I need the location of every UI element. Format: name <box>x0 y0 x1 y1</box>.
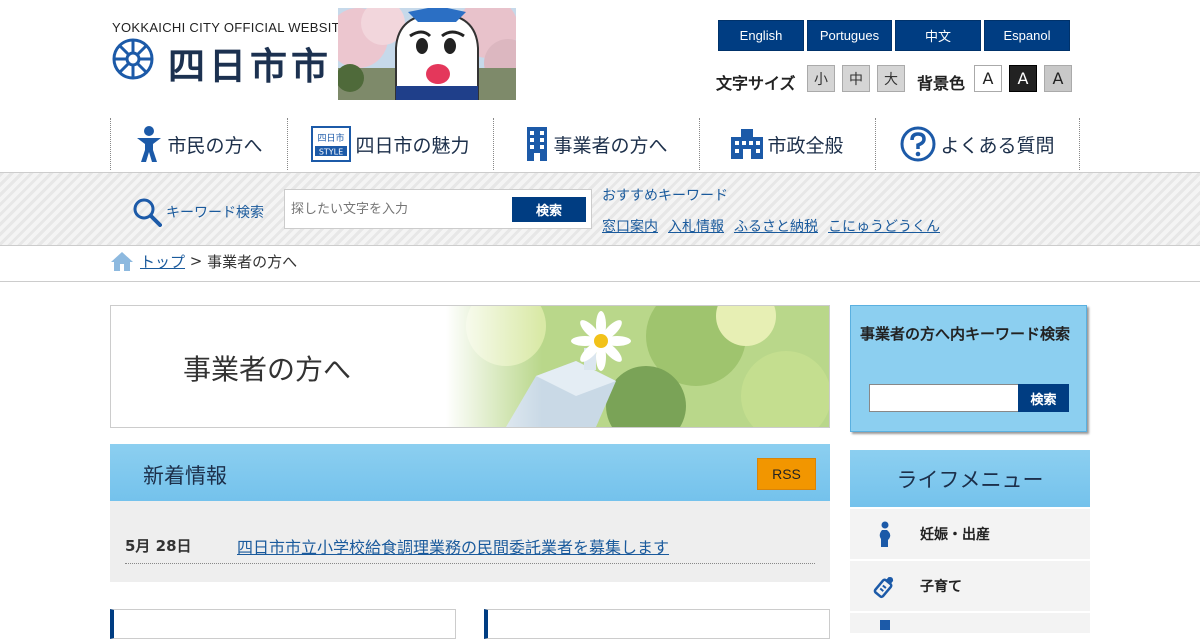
mascot-image <box>338 8 516 100</box>
bg-gray-button[interactable]: A <box>1044 65 1072 92</box>
breadcrumb: トップ > 事業者の方へ <box>110 250 297 272</box>
question-icon <box>900 126 936 162</box>
news-item-link[interactable]: 四日市市立小学校給食調理業務の民間委託業者を募集します <box>237 534 669 558</box>
divider <box>0 281 1200 282</box>
breadcrumb-current: 事業者の方へ <box>207 252 298 271</box>
breadcrumb-top-link[interactable]: トップ <box>140 251 185 272</box>
recommended-keywords-title: おすすめキーワード <box>602 188 728 204</box>
search-icon <box>133 198 162 227</box>
site-title[interactable]: 四日市市 <box>168 36 332 90</box>
nav-label: 四日市の魅力 <box>355 134 470 157</box>
city-hall-icon <box>731 129 764 159</box>
bg-white-button[interactable]: A <box>974 65 1002 92</box>
font-size-medium-button[interactable]: 中 <box>842 65 870 92</box>
nav-label: 市政全般 <box>767 134 844 157</box>
daisy-banner-image <box>446 306 829 427</box>
site-header: YOKKAICHI CITY OFFICIAL WEBSITE 四日市市 Eng… <box>0 0 1200 110</box>
building-icon <box>527 127 548 161</box>
font-size-label: 文字サイズ <box>716 74 796 93</box>
news-header: 新着情報 RSS <box>110 444 830 501</box>
category-box <box>484 609 830 639</box>
life-menu-item[interactable] <box>850 613 1090 633</box>
news-date: 5月 28日 <box>125 537 192 555</box>
nav-item-businesses[interactable]: 事業者の方へ <box>493 118 699 170</box>
keyword-search-band: キーワード検索 検索 おすすめキーワード 窓口案内 入札情報 ふるさと納税 こに… <box>0 172 1200 246</box>
keyword-search-text: キーワード検索 <box>166 205 264 221</box>
recommended-keyword-link[interactable]: 窓口案内 <box>602 216 658 236</box>
recommended-keyword-link[interactable]: ふるさと納税 <box>734 216 818 236</box>
nav-item-citizens[interactable]: 市民の方へ <box>110 118 287 170</box>
rss-button[interactable]: RSS <box>757 458 816 490</box>
section-search-input[interactable] <box>869 384 1019 412</box>
section-search-button[interactable]: 検索 <box>1018 384 1069 412</box>
keyword-search-button[interactable]: 検索 <box>512 197 586 222</box>
page-banner: 事業者の方へ <box>110 305 830 428</box>
svg-text:STYLE: STYLE <box>319 148 343 157</box>
keyword-search-input[interactable] <box>291 196 507 222</box>
svg-text:四日市: 四日市 <box>318 132 345 144</box>
nav-label: 事業者の方へ <box>553 134 668 157</box>
recommended-keyword-link[interactable]: こにゅうどうくん <box>828 216 940 236</box>
life-menu-label: 妊娠・出産 <box>920 527 990 543</box>
page-title: 事業者の方へ <box>183 353 352 386</box>
nav-label: よくある質問 <box>940 134 1055 157</box>
nav-item-faq[interactable]: よくある質問 <box>875 118 1080 170</box>
baby-bottle-icon <box>850 573 920 599</box>
section-search-title: 事業者の方へ内キーワード検索 <box>860 325 1071 343</box>
news-list: 5月 28日 四日市市立小学校給食調理業務の民間委託業者を募集します <box>110 501 830 582</box>
section-keyword-search: 事業者の方へ内キーワード検索 検索 <box>850 305 1087 432</box>
life-menu-item-childcare[interactable]: 子育て <box>850 561 1090 611</box>
pregnancy-icon <box>850 521 920 547</box>
lang-english-button[interactable]: English <box>718 20 804 51</box>
divider <box>125 563 815 564</box>
category-box <box>110 609 456 639</box>
city-emblem-icon[interactable] <box>112 38 154 80</box>
global-nav: 市民の方へ 四日市 STYLE 四日市の魅力 事業者の方へ 市政全般 よくある質… <box>110 118 1080 170</box>
lang-espanol-button[interactable]: Espanol <box>984 20 1070 51</box>
nav-label: 市民の方へ <box>167 134 263 157</box>
recommended-keyword-link[interactable]: 入札情報 <box>668 216 724 236</box>
news-title: 新着情報 <box>143 464 227 488</box>
nav-item-attractions[interactable]: 四日市 STYLE 四日市の魅力 <box>287 118 493 170</box>
nav-item-municipal[interactable]: 市政全般 <box>699 118 875 170</box>
bg-color-label: 背景色 <box>917 74 966 93</box>
recommended-keywords: 窓口案内 入札情報 ふるさと納税 こにゅうどうくん <box>602 216 940 236</box>
home-icon <box>111 252 133 271</box>
menu-icon <box>850 616 920 630</box>
breadcrumb-separator: > <box>185 252 208 270</box>
keyword-search-label: キーワード検索 <box>132 197 264 227</box>
life-menu-label: 子育て <box>920 579 962 595</box>
site-subtitle: YOKKAICHI CITY OFFICIAL WEBSITE <box>112 20 349 35</box>
font-size-large-button[interactable]: 大 <box>877 65 905 92</box>
life-menu-title: ライフメニュー <box>850 450 1090 507</box>
person-icon <box>137 126 162 162</box>
life-menu-item-pregnancy[interactable]: 妊娠・出産 <box>850 509 1090 559</box>
lang-portugues-button[interactable]: Portugues <box>807 20 892 51</box>
keyword-search-box: 検索 <box>284 189 592 229</box>
yokkaichi-style-icon: 四日市 STYLE <box>311 126 352 162</box>
font-size-small-button[interactable]: 小 <box>807 65 835 92</box>
bg-black-button[interactable]: A <box>1009 65 1037 92</box>
lang-chinese-button[interactable]: 中文 <box>895 20 981 51</box>
